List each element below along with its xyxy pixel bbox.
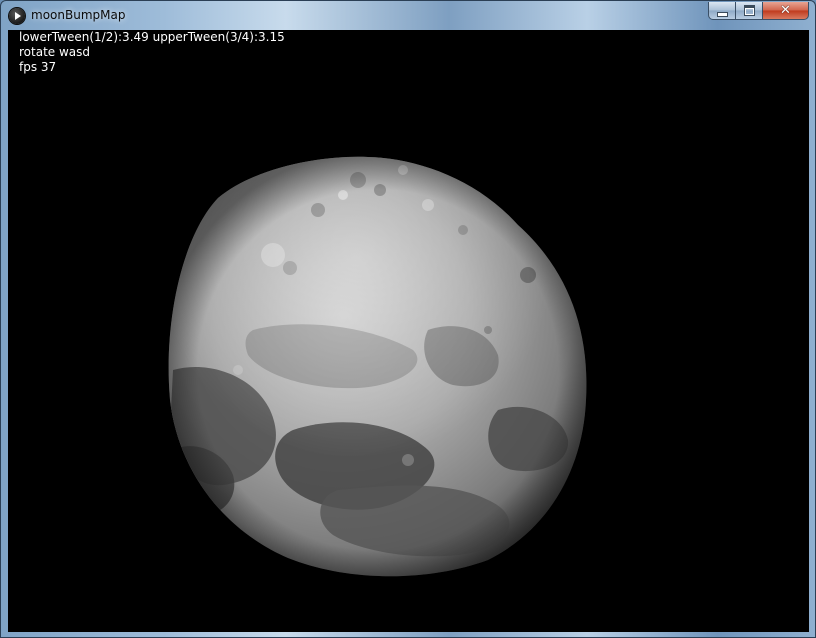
maximize-icon (743, 5, 755, 16)
window-controls: ✕ (708, 2, 809, 21)
close-button[interactable]: ✕ (762, 2, 809, 20)
title-bar[interactable]: moonBumpMap ✕ (1, 1, 815, 30)
moon-sphere (168, 156, 587, 577)
maximize-button[interactable] (735, 2, 762, 20)
close-icon: ✕ (780, 3, 791, 18)
fps-counter: fps 37 (19, 60, 57, 74)
hud-overlay: lowerTween(1/2):3.49 upperTween(3/4):3.1… (19, 30, 285, 75)
window-title: moonBumpMap (31, 8, 126, 22)
controls-hint-text: rotate wasd (19, 45, 91, 59)
app-window: moonBumpMap ✕ lowerTween(1/2):3.49 upper… (0, 0, 816, 638)
app-play-icon[interactable] (9, 8, 25, 24)
tween-status-text: lowerTween(1/2):3.49 upperTween(3/4):3.1… (19, 30, 285, 44)
minimize-button[interactable] (708, 2, 735, 20)
render-canvas[interactable]: lowerTween(1/2):3.49 upperTween(3/4):3.1… (8, 30, 809, 632)
minimize-icon (716, 11, 728, 17)
